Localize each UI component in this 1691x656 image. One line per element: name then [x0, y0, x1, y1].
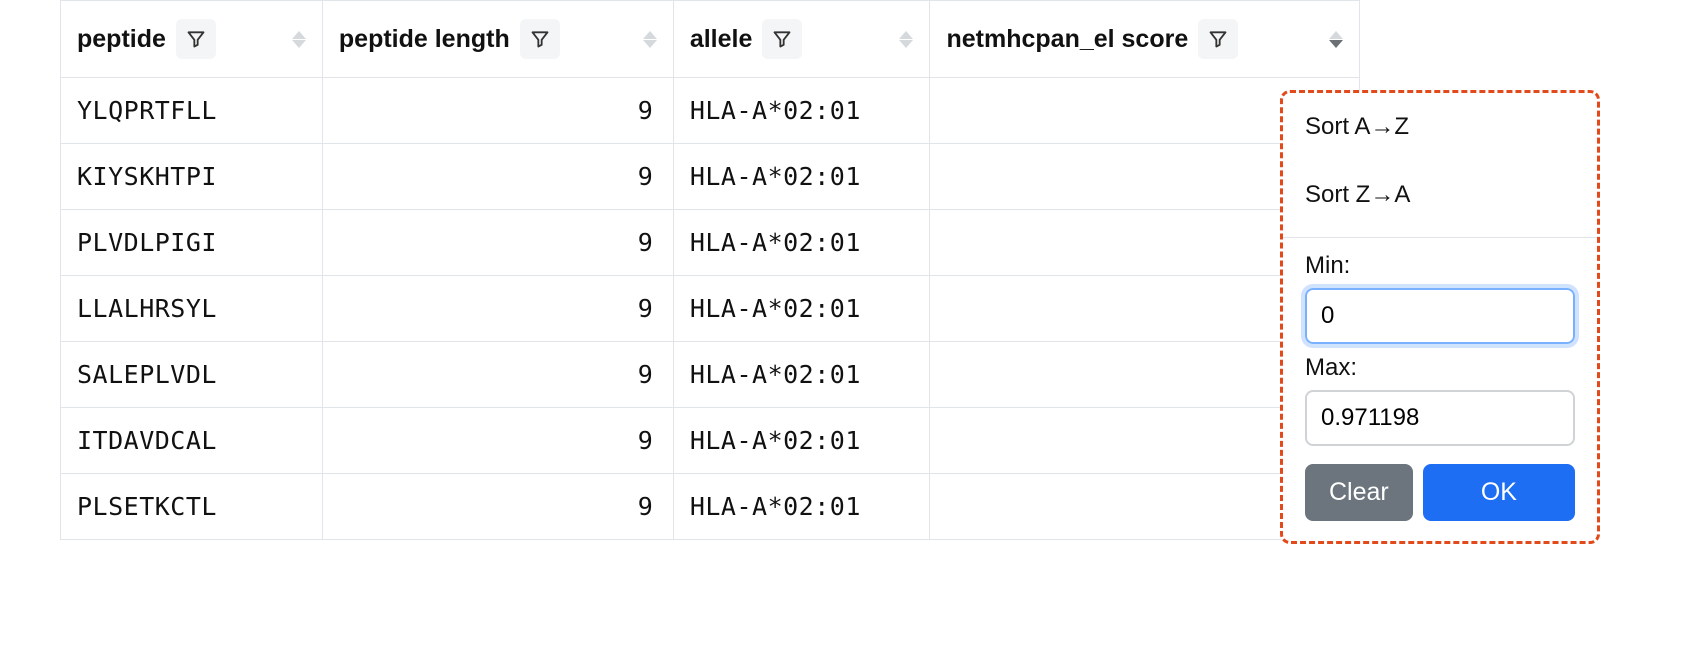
col-header-peptide-length[interactable]: peptide length [322, 1, 673, 78]
filter-popover: Sort A→Z Sort Z→A Min: Max: Clear OK [1280, 90, 1600, 544]
cell-peptide: SALEPLVDL [61, 342, 323, 408]
col-header-peptide[interactable]: peptide [61, 1, 323, 78]
min-input-wrap[interactable] [1305, 288, 1575, 344]
max-input[interactable] [1307, 392, 1575, 444]
cell-peptide: KIYSKHTPI [61, 144, 323, 210]
cell-length: 9 [322, 144, 673, 210]
cell-peptide: ITDAVDCAL [61, 408, 323, 474]
cell-length: 9 [322, 408, 673, 474]
col-header-score[interactable]: netmhcpan_el score [930, 1, 1360, 78]
cell-allele: HLA-A*02:01 [673, 342, 930, 408]
col-label-score: netmhcpan_el score [946, 25, 1188, 54]
filter-icon[interactable] [762, 19, 802, 59]
cell-allele: HLA-A*02:01 [673, 144, 930, 210]
table-row: ITDAVDCAL9HLA-A*02:010 [61, 408, 1360, 474]
sort-icon[interactable] [1329, 31, 1343, 48]
table-row: YLQPRTFLL9HLA-A*02:010 [61, 78, 1360, 144]
cell-length: 9 [322, 276, 673, 342]
min-input[interactable] [1307, 290, 1575, 342]
clear-button[interactable]: Clear [1305, 464, 1413, 521]
table-row: SALEPLVDL9HLA-A*02:010 [61, 342, 1360, 408]
filter-icon[interactable] [176, 19, 216, 59]
table-row: LLALHRSYL9HLA-A*02:010 [61, 276, 1360, 342]
col-label-allele: allele [690, 25, 753, 54]
table-row: PLVDLPIGI9HLA-A*02:010 [61, 210, 1360, 276]
cell-length: 9 [322, 78, 673, 144]
cell-length: 9 [322, 474, 673, 540]
filter-icon[interactable] [1198, 19, 1238, 59]
col-label-peptide: peptide [77, 25, 166, 54]
cell-allele: HLA-A*02:01 [673, 276, 930, 342]
sort-icon[interactable] [292, 31, 306, 48]
table-row: KIYSKHTPI9HLA-A*02:010 [61, 144, 1360, 210]
cell-allele: HLA-A*02:01 [673, 408, 930, 474]
header-row: peptide peptide length [61, 1, 1360, 78]
min-label: Min: [1305, 252, 1575, 280]
divider [1283, 237, 1597, 238]
sort-icon[interactable] [643, 31, 657, 48]
sort-asc-option[interactable]: Sort A→Z [1283, 93, 1597, 161]
max-label: Max: [1305, 354, 1575, 382]
max-input-wrap[interactable] [1305, 390, 1575, 446]
cell-allele: HLA-A*02:01 [673, 210, 930, 276]
col-label-peptide-length: peptide length [339, 25, 510, 54]
sort-desc-option[interactable]: Sort Z→A [1283, 161, 1597, 229]
cell-length: 9 [322, 210, 673, 276]
cell-length: 9 [322, 342, 673, 408]
ok-button[interactable]: OK [1423, 464, 1575, 521]
cell-peptide: LLALHRSYL [61, 276, 323, 342]
cell-peptide: PLVDLPIGI [61, 210, 323, 276]
filter-icon[interactable] [520, 19, 560, 59]
sort-icon[interactable] [899, 31, 913, 48]
col-header-allele[interactable]: allele [673, 1, 930, 78]
data-table: peptide peptide length [60, 0, 1360, 540]
cell-allele: HLA-A*02:01 [673, 78, 930, 144]
cell-peptide: YLQPRTFLL [61, 78, 323, 144]
cell-peptide: PLSETKCTL [61, 474, 323, 540]
table-row: PLSETKCTL9HLA-A*02:010 [61, 474, 1360, 540]
cell-allele: HLA-A*02:01 [673, 474, 930, 540]
